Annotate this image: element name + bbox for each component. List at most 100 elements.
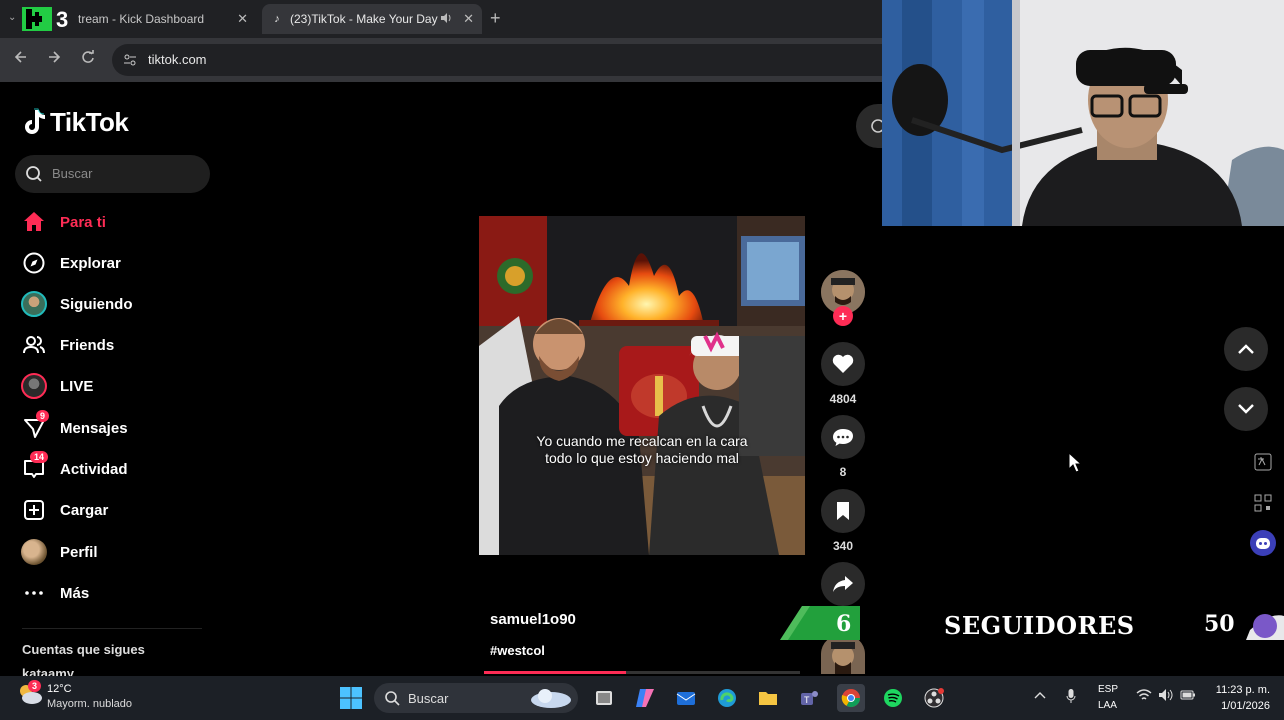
weather-cloud-icon[interactable]: 3 <box>16 680 44 708</box>
obs-app[interactable] <box>920 684 948 712</box>
video-player[interactable]: Yo cuando me recalcan en la cara todo lo… <box>479 216 805 555</box>
overlay-number: 3 <box>56 7 69 32</box>
previous-video-button[interactable] <box>1224 327 1268 371</box>
qr-tool[interactable] <box>1250 490 1276 516</box>
weather-temperature[interactable]: 12°C <box>47 683 72 695</box>
edge-icon <box>718 689 736 707</box>
tab-tiktok[interactable]: ♪ (23)TikTok - Make Your Day ✕ <box>262 4 482 34</box>
tiktok-logo[interactable]: TikTok <box>22 106 129 138</box>
video-hashtag[interactable]: #westcol <box>490 643 545 658</box>
like-button[interactable] <box>821 342 865 386</box>
messages-badge: 9 <box>36 410 50 422</box>
nav-label: LIVE <box>60 377 94 395</box>
teams-icon: T <box>801 691 818 705</box>
weather-description[interactable]: Mayorm. nublado <box>47 698 132 710</box>
save-button[interactable] <box>821 489 865 533</box>
video-progress-bar[interactable] <box>484 671 800 674</box>
keyboard-layout-indicator[interactable]: LAA <box>1098 700 1117 711</box>
reload-icon[interactable] <box>81 50 95 69</box>
address-bar[interactable]: tiktok.com <box>112 44 882 76</box>
webcam-image <box>882 0 1284 226</box>
video-frame <box>479 216 805 555</box>
video-caption-line: Yo cuando me recalcan en la cara <box>536 433 748 449</box>
tab-search-chevron-icon[interactable]: ⌄ <box>8 12 16 23</box>
mouse-cursor-icon <box>1068 452 1082 473</box>
like-count: 4804 <box>829 392 857 406</box>
next-video-button[interactable] <box>1224 387 1268 431</box>
comment-button[interactable] <box>821 415 865 459</box>
nav-label: Friends <box>60 336 115 354</box>
wifi-icon[interactable] <box>1136 688 1152 705</box>
save-count: 340 <box>832 539 854 553</box>
edge-app[interactable] <box>713 684 741 712</box>
mail-icon <box>676 692 696 705</box>
nav-item-mensajes[interactable]: 9 Mensajes <box>20 410 210 443</box>
svg-text:T: T <box>804 695 810 705</box>
search-placeholder: Buscar <box>52 166 93 181</box>
volume-icon[interactable] <box>1158 688 1174 705</box>
live-avatar <box>20 372 48 400</box>
share-button[interactable] <box>821 562 865 606</box>
clock-time[interactable]: 11:23 p. m. <box>1206 684 1270 696</box>
back-arrow-icon[interactable] <box>14 50 28 69</box>
start-button[interactable] <box>337 684 365 712</box>
battery-icon[interactable] <box>1180 688 1196 705</box>
assistant-tool[interactable] <box>1250 530 1276 556</box>
bookmark-icon <box>837 502 849 520</box>
task-view-button[interactable] <box>590 684 618 712</box>
speaker-icon[interactable] <box>440 12 452 27</box>
nav-item-actividad[interactable]: 14 Actividad <box>20 451 210 484</box>
nav-item-para-ti[interactable]: Para ti <box>20 207 210 237</box>
followers-target: 50 <box>1204 611 1235 637</box>
follow-button[interactable]: + <box>833 306 853 326</box>
nav-item-live[interactable]: LIVE <box>20 371 210 401</box>
nav-item-friends[interactable]: Friends <box>20 330 210 360</box>
tray-chevron-up-icon[interactable] <box>1034 688 1046 702</box>
bot-icon <box>1256 538 1270 549</box>
taskbar-search[interactable]: Buscar <box>374 683 578 713</box>
qr-icon <box>1254 494 1272 512</box>
following-account[interactable]: kataamy <box>22 666 74 676</box>
kick-overlay-logo: 3 <box>20 5 74 33</box>
share-arrow-icon <box>833 576 853 592</box>
nav-item-siguiendo[interactable]: Siguiendo <box>20 289 210 319</box>
new-tab-button[interactable]: + <box>490 8 501 29</box>
search-input[interactable]: Buscar <box>15 155 210 193</box>
chrome-app[interactable] <box>837 684 865 712</box>
video-author[interactable]: samuel1o90 <box>490 611 576 628</box>
site-settings-icon[interactable] <box>122 52 138 68</box>
tab-title: tream - Kick Dashboard <box>78 12 205 26</box>
url-text[interactable]: tiktok.com <box>148 52 207 67</box>
outlook-app[interactable] <box>672 684 700 712</box>
close-icon[interactable]: ✕ <box>237 11 248 27</box>
taskbar-search-text: Buscar <box>408 691 449 706</box>
heart-icon <box>832 354 854 373</box>
messages-icon: 9 <box>20 410 50 442</box>
language-indicator[interactable]: ESP <box>1098 684 1118 695</box>
chrome-icon <box>841 689 860 708</box>
nav-item-cargar[interactable]: Cargar <box>20 495 210 525</box>
copilot-app[interactable] <box>631 684 659 712</box>
translate-tool[interactable] <box>1250 449 1276 475</box>
nav-label: Para ti <box>60 213 106 231</box>
spotify-icon <box>884 689 902 707</box>
spotify-app[interactable] <box>879 684 907 712</box>
nav-item-perfil[interactable]: Perfil <box>20 537 210 567</box>
followers-label: SEGUIDORES <box>944 611 1135 640</box>
upload-icon <box>20 496 48 524</box>
nav-item-mas[interactable]: Más <box>20 578 210 608</box>
windows-logo-icon <box>340 687 362 709</box>
search-icon <box>25 165 43 188</box>
file-explorer-app[interactable] <box>754 684 782 712</box>
friends-icon <box>20 331 48 359</box>
clock-date[interactable]: 1/01/2026 <box>1206 700 1270 712</box>
following-avatar <box>20 290 48 318</box>
tab-kick-dashboard[interactable]: tream - Kick Dashboard ✕ <box>56 4 256 34</box>
teams-app[interactable]: T <box>795 684 823 712</box>
forward-arrow-icon[interactable] <box>47 50 61 69</box>
microphone-icon[interactable] <box>1066 688 1076 707</box>
folder-icon <box>759 692 777 705</box>
close-icon[interactable]: ✕ <box>463 11 474 27</box>
nav-item-explorar[interactable]: Explorar <box>20 248 210 278</box>
more-icon <box>20 579 48 607</box>
